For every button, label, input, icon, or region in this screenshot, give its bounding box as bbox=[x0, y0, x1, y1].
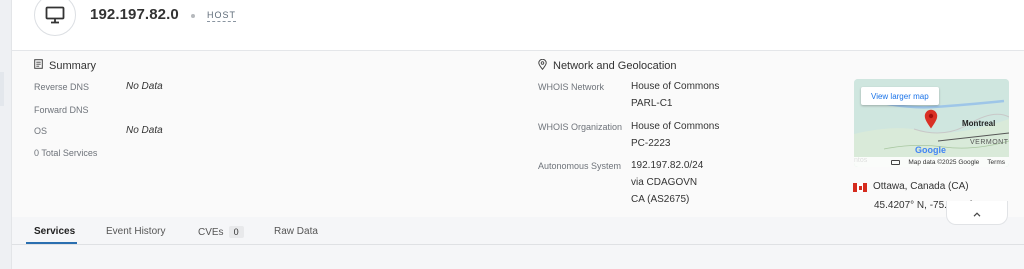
map-label-montreal: Montreal bbox=[962, 119, 996, 128]
tab-cves-label: CVEs bbox=[198, 227, 224, 238]
view-larger-map-button[interactable]: View larger map bbox=[861, 87, 939, 105]
summary-title: Summary bbox=[49, 59, 97, 72]
tab-services[interactable]: Services bbox=[34, 226, 75, 237]
google-logo: Google bbox=[915, 145, 946, 155]
map-footer: Map data ©2025 Google Terms bbox=[854, 157, 1009, 167]
tab-bar: Services Event History CVEs 0 Raw Data bbox=[12, 217, 1024, 245]
tab-raw-data[interactable]: Raw Data bbox=[274, 226, 318, 237]
whois-network-handle: PARL-C1 bbox=[631, 98, 673, 109]
reverse-dns-label: Reverse DNS bbox=[34, 82, 90, 92]
total-services: 0 Total Services bbox=[34, 148, 98, 158]
whois-network-label: WHOIS Network bbox=[538, 82, 605, 92]
cve-count-badge: 0 bbox=[228, 226, 244, 238]
location-pin-icon bbox=[538, 58, 547, 73]
reverse-dns-value: No Data bbox=[126, 81, 163, 92]
os-label: OS bbox=[34, 126, 48, 136]
as-via: via CDAGOVN bbox=[631, 177, 698, 188]
tab-cves[interactable]: CVEs 0 bbox=[198, 226, 244, 238]
as-number[interactable]: CA (AS2675) bbox=[631, 194, 689, 205]
details-panel: Summary Reverse DNS No Data Forward DNS … bbox=[12, 50, 1024, 217]
tab-event-history[interactable]: Event History bbox=[106, 226, 165, 237]
map-data-attribution: Map data ©2025 Google bbox=[908, 158, 980, 166]
network-heading: Network and Geolocation bbox=[538, 58, 677, 73]
whois-network-name: House of Commons bbox=[631, 81, 720, 92]
network-title: Network and Geolocation bbox=[553, 60, 677, 72]
keyboard-icon[interactable] bbox=[891, 159, 901, 165]
active-tab-indicator bbox=[26, 242, 77, 244]
whois-org-handle: PC-2223 bbox=[631, 138, 671, 149]
collapse-panel-button[interactable] bbox=[946, 201, 1008, 225]
as-prefix[interactable]: 192.197.82.0/24 bbox=[631, 160, 703, 171]
forward-dns-label: Forward DNS bbox=[34, 105, 89, 115]
host-ip-title: 192.197.82.0 bbox=[90, 6, 179, 23]
sidebar-tab[interactable] bbox=[0, 72, 4, 106]
map-label-vermont: VERMONT bbox=[970, 139, 1009, 146]
location-place: Ottawa, Canada (CA) bbox=[873, 181, 969, 192]
host-card: 192.197.82.0 HOST Summary Reverse DNS No… bbox=[12, 0, 1024, 217]
map-pin-icon bbox=[924, 109, 938, 134]
location-map[interactable]: View larger map Montreal VERMONT ntos Go… bbox=[854, 79, 1009, 167]
left-sidebar-edge bbox=[0, 0, 12, 269]
whois-org-name: House of Commons bbox=[631, 121, 720, 132]
page: 192.197.82.0 HOST Summary Reverse DNS No… bbox=[0, 0, 1024, 269]
as-label: Autonomous System bbox=[538, 161, 622, 171]
chevron-up-icon bbox=[973, 204, 981, 222]
canada-flag-icon bbox=[853, 183, 867, 192]
whois-org-label: WHOIS Organization bbox=[538, 122, 623, 132]
document-icon bbox=[34, 59, 43, 72]
os-value: No Data bbox=[126, 125, 163, 136]
monitor-icon bbox=[34, 0, 76, 36]
separator-dot bbox=[191, 14, 195, 18]
summary-heading: Summary bbox=[34, 59, 96, 72]
host-type-badge[interactable]: HOST bbox=[207, 10, 237, 22]
map-terms-link[interactable]: Terms bbox=[987, 159, 1005, 166]
